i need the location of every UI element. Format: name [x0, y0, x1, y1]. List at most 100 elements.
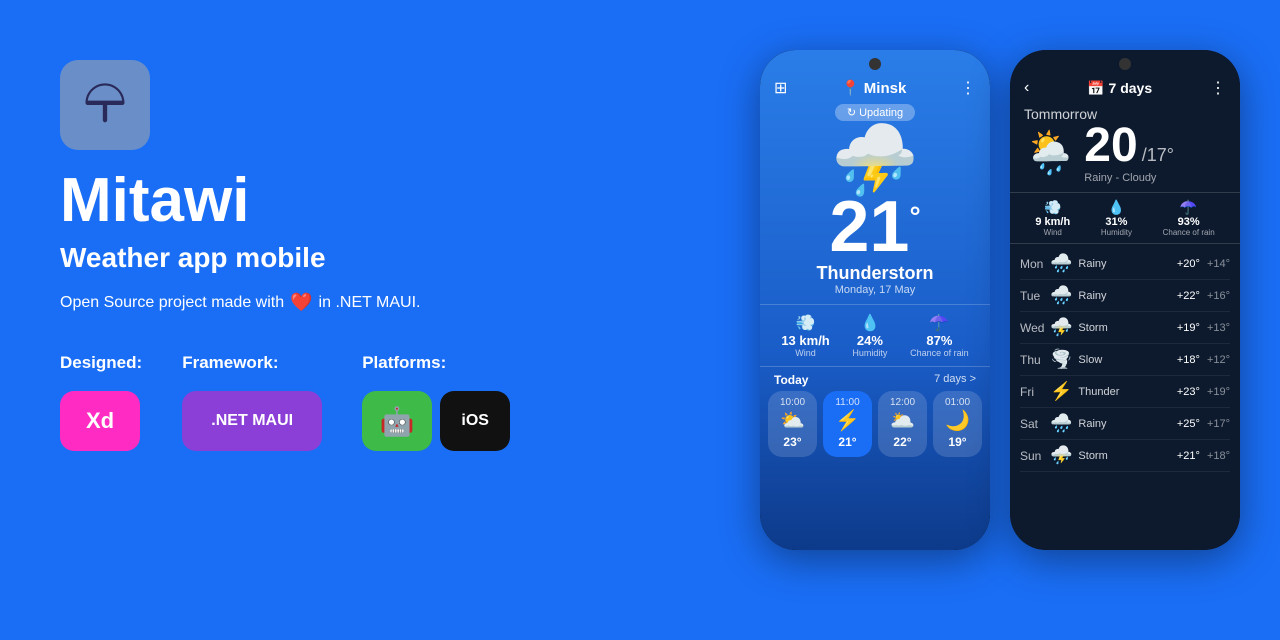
s2-wed-icon: ⛈️: [1050, 317, 1072, 338]
s2-humidity-lbl: Humidity: [1101, 228, 1132, 237]
s2-tom-icon: 🌦️: [1024, 129, 1076, 178]
s1-condition: Thunderstorn: [760, 263, 990, 284]
s1-wind-lbl: Wind: [781, 348, 829, 358]
s2-sat-temps: +25° +17°: [1177, 418, 1230, 430]
phone2-screen: ‹ 📅 7 days ⋮ Tommorrow 🌦️ 20 /17° Rainy …: [1010, 50, 1240, 550]
s1-fc-time3: 12:00: [882, 397, 923, 408]
s2-thu-icon: 🌪️: [1050, 349, 1072, 370]
s1-updating: ↻ Updating: [760, 104, 990, 121]
s2-stat-rain: ☂️ 93% Chance of rain: [1163, 199, 1215, 237]
ios-badge: iOS: [440, 391, 510, 451]
desc-text1: Open Source project made with: [60, 294, 284, 312]
s1-fc-temp1: 23°: [772, 435, 813, 449]
s2-title: 📅 7 days: [1087, 80, 1152, 97]
s2-rain-val: 93%: [1163, 216, 1215, 228]
s2-sat-name: Sat: [1020, 417, 1050, 431]
s2-mon-icon: 🌧️: [1050, 253, 1072, 274]
s2-tom-temp: 20: [1084, 122, 1137, 170]
s2-mon-name: Mon: [1020, 257, 1050, 271]
humidity-icon: 💧: [852, 313, 887, 333]
s2-sat-icon: 🌧️: [1050, 413, 1072, 434]
s2-back-icon[interactable]: ‹: [1024, 79, 1029, 97]
s2-day-mon: Mon 🌧️ Rainy +20° +14°: [1020, 248, 1230, 280]
s1-forecast-row: 10:00 ⛅ 23° 11:00 ⚡ 21° 12:00 🌥️ 22° 01:…: [760, 391, 990, 457]
s1-weather-icon: ⛈️: [760, 125, 990, 195]
phone1-screen: ⊞ 📍 Minsk ⋮ ↻ Updating ⛈️ 21° Thundersto…: [760, 50, 990, 550]
s2-stats: 💨 9 km/h Wind 💧 31% Humidity ☂️ 93% Chan…: [1010, 192, 1240, 244]
s2-thu-temps: +18° +12°: [1177, 354, 1230, 366]
desc-text2: in .NET MAUI.: [319, 294, 421, 312]
s2-rain-lbl: Chance of rain: [1163, 228, 1215, 237]
app-title: Mitawi: [60, 170, 640, 232]
s1-stats: 💨 13 km/h Wind 💧 24% Humidity ☂️ 87% Cha…: [760, 304, 990, 367]
s1-more-icon: ⋮: [960, 78, 976, 98]
s1-fc-icon4: 🌙: [937, 408, 978, 433]
s2-mon-temps: +20° +14°: [1177, 258, 1230, 270]
app-subtitle: Weather app mobile: [60, 242, 640, 274]
s2-thu-name: Thu: [1020, 353, 1050, 367]
umbrella-icon: [79, 79, 131, 131]
s1-stat-wind: 💨 13 km/h Wind: [781, 313, 829, 358]
s2-sun-icon: ⛈️: [1050, 445, 1072, 466]
s2-stat-humidity: 💧 31% Humidity: [1101, 199, 1132, 237]
framework-group: Framework: .NET MAUI: [182, 353, 322, 451]
s1-humidity-val: 24%: [852, 333, 887, 348]
s2-day-tue: Tue 🌧️ Rainy +22° +16°: [1020, 280, 1230, 312]
s2-tom-row: 🌦️ 20 /17° Rainy - Cloudy: [1024, 122, 1226, 184]
s2-tue-icon: 🌧️: [1050, 285, 1072, 306]
xd-badge: Xd: [60, 391, 140, 451]
android-badge: 🤖: [362, 391, 432, 451]
s2-day-sat: Sat 🌧️ Rainy +25° +17°: [1020, 408, 1230, 440]
s1-days-link[interactable]: 7 days >: [934, 373, 976, 387]
s1-temp-deg: °: [909, 201, 920, 232]
s2-humidity-val: 31%: [1101, 216, 1132, 228]
s1-date: Monday, 17 May: [760, 284, 990, 296]
s1-fc-0100: 01:00 🌙 19°: [933, 391, 982, 457]
s1-forecast-header: Today 7 days >: [760, 367, 990, 391]
s1-wind-val: 13 km/h: [781, 333, 829, 348]
s2-wind-icon: 💨: [1035, 199, 1070, 216]
phone2: ‹ 📅 7 days ⋮ Tommorrow 🌦️ 20 /17° Rainy …: [1010, 50, 1240, 550]
left-panel: Mitawi Weather app mobile Open Source pr…: [60, 60, 640, 451]
s1-stat-rain: ☂️ 87% Chance of rain: [910, 313, 969, 358]
platforms-group: Platforms: 🤖 iOS: [362, 353, 510, 451]
phone1-notch: [869, 58, 881, 70]
s2-wed-name: Wed: [1020, 321, 1050, 335]
heart-icon: ❤️: [290, 292, 312, 313]
s2-fri-icon: ⚡: [1050, 381, 1072, 402]
s2-day-fri: Fri ⚡ Thunder +23° +19°: [1020, 376, 1230, 408]
app-icon: [60, 60, 150, 150]
s2-wind-lbl: Wind: [1035, 228, 1070, 237]
s1-fc-time2: 11:00: [827, 397, 868, 408]
s1-fc-1200: 12:00 🌥️ 22°: [878, 391, 927, 457]
platforms-label: Platforms:: [362, 353, 510, 373]
s2-more-icon: ⋮: [1210, 78, 1226, 98]
wind-icon: 💨: [781, 313, 829, 333]
s2-fri-name: Fri: [1020, 385, 1050, 399]
s2-humidity-icon: 💧: [1101, 199, 1132, 216]
s2-mon-cond: Rainy: [1078, 258, 1176, 270]
s2-tom-temp-low: /17°: [1142, 145, 1174, 166]
s2-sun-name: Sun: [1020, 449, 1050, 463]
s1-fc-icon1: ⛅: [772, 408, 813, 433]
s2-tom-desc: Rainy - Cloudy: [1084, 172, 1174, 184]
s2-fri-cond: Thunder: [1078, 386, 1176, 398]
maui-badge: .NET MAUI: [182, 391, 322, 451]
s2-tue-cond: Rainy: [1078, 290, 1176, 302]
s1-stat-humidity: 💧 24% Humidity: [852, 313, 887, 358]
badges-row: Designed: Xd Framework: .NET MAUI Platfo…: [60, 353, 640, 451]
s1-fc-time1: 10:00: [772, 397, 813, 408]
s2-tomorrow: Tommorrow 🌦️ 20 /17° Rainy - Cloudy: [1010, 106, 1240, 192]
s1-today-label: Today: [774, 373, 808, 387]
s1-temp: 21°: [760, 191, 990, 263]
s2-rain-icon: ☂️: [1163, 199, 1215, 216]
s1-rain-lbl: Chance of rain: [910, 348, 969, 358]
s2-sat-cond: Rainy: [1078, 418, 1176, 430]
s1-fc-icon2: ⚡: [827, 408, 868, 433]
s1-fc-temp3: 22°: [882, 435, 923, 449]
s1-fc-temp2: 21°: [827, 435, 868, 449]
s2-fri-temps: +23° +19°: [1177, 386, 1230, 398]
s2-sun-cond: Storm: [1078, 450, 1176, 462]
location-pin-icon: 📍: [841, 79, 860, 97]
s2-thu-cond: Slow: [1078, 354, 1176, 366]
